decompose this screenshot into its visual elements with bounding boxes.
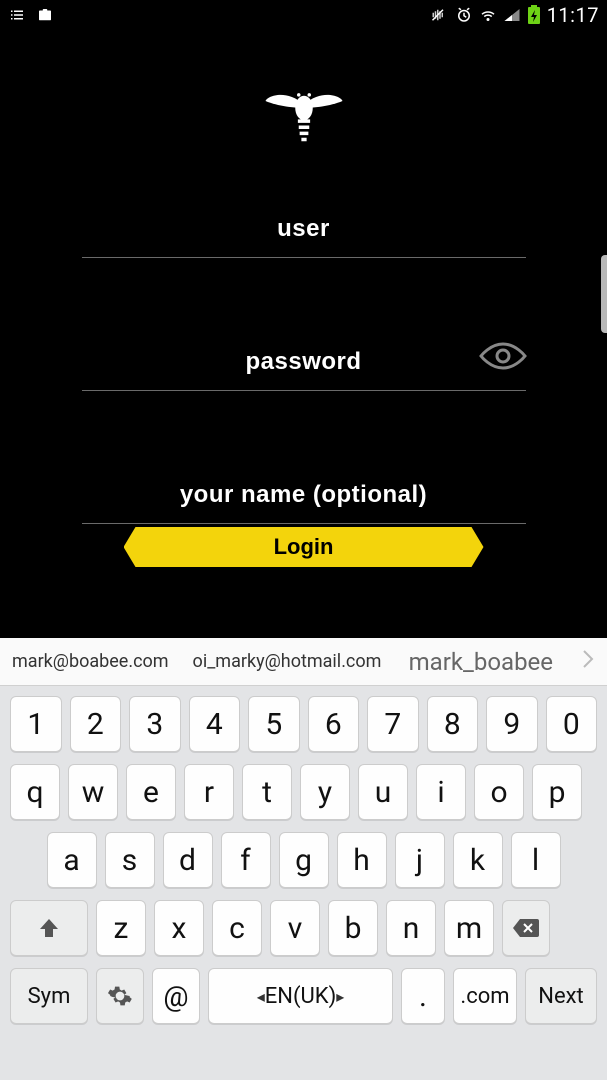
toggle-password-visibility[interactable] bbox=[478, 340, 528, 376]
key-z[interactable]: z bbox=[96, 900, 146, 956]
key-i[interactable]: i bbox=[416, 764, 466, 820]
com-label: .com bbox=[460, 984, 509, 1009]
suggestion-1[interactable]: mark@boabee.com bbox=[12, 651, 169, 672]
key-g[interactable]: g bbox=[279, 832, 329, 888]
key-e[interactable]: e bbox=[126, 764, 176, 820]
key-f[interactable]: f bbox=[221, 832, 271, 888]
space-key[interactable]: ◂ EN(UK) ▸ bbox=[208, 968, 393, 1024]
login-button[interactable]: Login bbox=[124, 527, 484, 567]
com-key[interactable]: .com bbox=[453, 968, 517, 1024]
vibrate-icon bbox=[431, 6, 449, 24]
key-d[interactable]: d bbox=[163, 832, 213, 888]
key-n[interactable]: n bbox=[386, 900, 436, 956]
next-label: Next bbox=[538, 984, 583, 1009]
key-u[interactable]: u bbox=[358, 764, 408, 820]
key-2[interactable]: 2 bbox=[70, 696, 122, 752]
key-w[interactable]: w bbox=[68, 764, 118, 820]
key-j[interactable]: j bbox=[395, 832, 445, 888]
key-6[interactable]: 6 bbox=[308, 696, 360, 752]
key-7[interactable]: 7 bbox=[367, 696, 419, 752]
key-b[interactable]: b bbox=[328, 900, 378, 956]
login-button-label: Login bbox=[274, 534, 334, 560]
key-s[interactable]: s bbox=[105, 832, 155, 888]
key-r[interactable]: r bbox=[184, 764, 234, 820]
key-x[interactable]: x bbox=[154, 900, 204, 956]
user-input[interactable] bbox=[82, 205, 526, 258]
key-3[interactable]: 3 bbox=[129, 696, 181, 752]
app-logo-bee bbox=[259, 80, 349, 154]
shift-key[interactable] bbox=[10, 900, 88, 956]
scroll-indicator[interactable] bbox=[601, 255, 607, 333]
suggestion-2[interactable]: oi_marky@hotmail.com bbox=[193, 651, 382, 672]
key-y[interactable]: y bbox=[300, 764, 350, 820]
key-o[interactable]: o bbox=[474, 764, 524, 820]
briefcase-check-icon bbox=[36, 6, 54, 24]
key-c[interactable]: c bbox=[212, 900, 262, 956]
backspace-key[interactable] bbox=[502, 900, 550, 956]
password-input[interactable] bbox=[82, 338, 526, 391]
list-icon bbox=[8, 6, 26, 24]
sym-label: Sym bbox=[28, 984, 71, 1009]
chevron-right-icon[interactable] bbox=[581, 649, 595, 674]
gear-icon bbox=[107, 983, 133, 1009]
key-q[interactable]: q bbox=[10, 764, 60, 820]
key-l[interactable]: l bbox=[511, 832, 561, 888]
at-label: @ bbox=[163, 980, 188, 1013]
key-t[interactable]: t bbox=[242, 764, 292, 820]
key-a[interactable]: a bbox=[47, 832, 97, 888]
next-key[interactable]: Next bbox=[525, 968, 597, 1024]
key-4[interactable]: 4 bbox=[189, 696, 241, 752]
key-m[interactable]: m bbox=[444, 900, 494, 956]
login-screen: Login bbox=[0, 30, 607, 638]
key-8[interactable]: 8 bbox=[427, 696, 479, 752]
sym-key[interactable]: Sym bbox=[10, 968, 88, 1024]
backspace-icon bbox=[511, 917, 541, 939]
dot-key[interactable]: . bbox=[401, 968, 445, 1024]
status-bar: 11:17 bbox=[0, 0, 607, 30]
key-h[interactable]: h bbox=[337, 832, 387, 888]
name-input[interactable] bbox=[82, 471, 526, 524]
key-k[interactable]: k bbox=[453, 832, 503, 888]
alarm-icon bbox=[455, 6, 473, 24]
space-label: EN(UK) bbox=[265, 984, 336, 1009]
battery-charging-icon bbox=[527, 5, 541, 25]
key-5[interactable]: 5 bbox=[248, 696, 300, 752]
signal-icon bbox=[503, 6, 521, 24]
key-1[interactable]: 1 bbox=[10, 696, 62, 752]
soft-keyboard: mark@boabee.com oi_marky@hotmail.com mar… bbox=[0, 638, 607, 1080]
key-0[interactable]: 0 bbox=[546, 696, 598, 752]
key-p[interactable]: p bbox=[532, 764, 582, 820]
suggestion-bar: mark@boabee.com oi_marky@hotmail.com mar… bbox=[0, 638, 607, 686]
key-9[interactable]: 9 bbox=[486, 696, 538, 752]
settings-key[interactable] bbox=[96, 968, 144, 1024]
suggestion-3[interactable]: mark_boabee bbox=[409, 648, 553, 676]
key-v[interactable]: v bbox=[270, 900, 320, 956]
at-key[interactable]: @ bbox=[152, 968, 200, 1024]
clock-time: 11:17 bbox=[547, 3, 599, 27]
wifi-icon bbox=[479, 6, 497, 24]
dot-label: . bbox=[419, 979, 427, 1014]
